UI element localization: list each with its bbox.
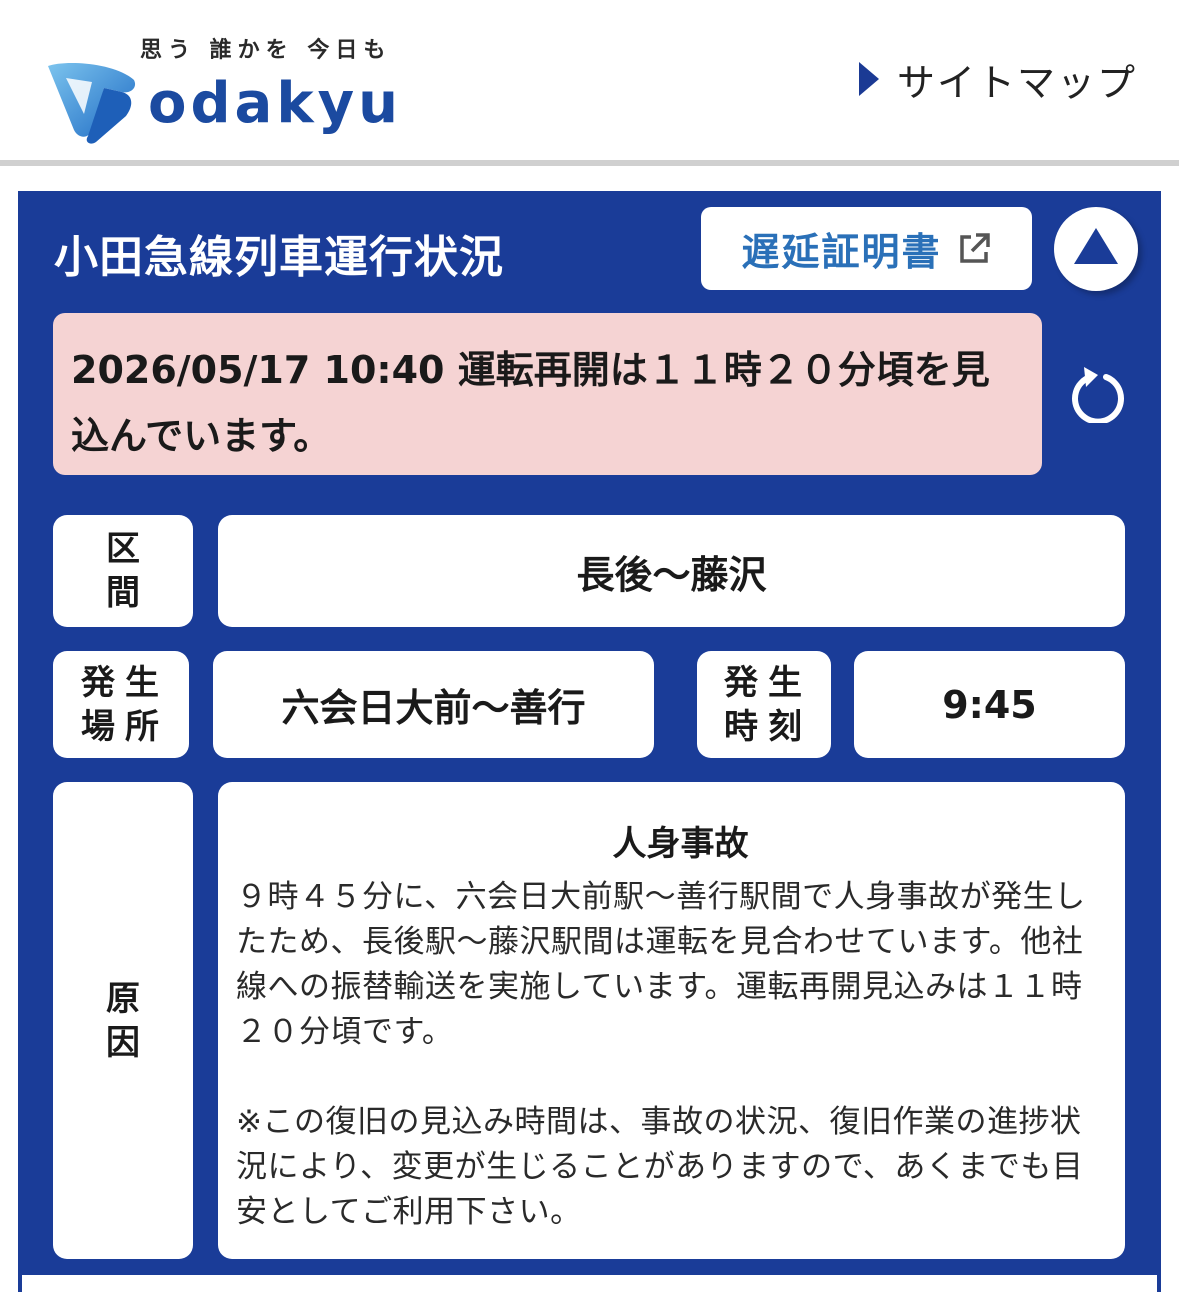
status-alert: 2026/05/17 10:40 運転再開は１１時２０分頃を見込んでいます。 — [53, 313, 1042, 475]
time-value: 9:45 — [854, 651, 1125, 758]
triangle-up-icon — [1074, 228, 1118, 264]
delay-certificate-label: 遅延証明書 — [741, 230, 942, 274]
site-header: 思う 誰かを 今日も odakyu サイトマップ — [0, 0, 1179, 160]
triangle-right-icon — [858, 62, 879, 96]
time-label: 発生時刻 — [697, 651, 831, 758]
header-divider — [0, 160, 1179, 166]
section-label: 区間 — [53, 515, 193, 627]
place-label-text: 発生場所 — [81, 662, 169, 747]
cause-title: 人身事故 — [612, 824, 749, 864]
cause-label-text: 原因 — [106, 978, 140, 1063]
cause-label: 原因 — [53, 782, 193, 1259]
next-section-edge — [22, 1275, 1157, 1292]
delay-certificate-button[interactable]: 遅延証明書 — [701, 207, 1032, 290]
external-link-icon — [959, 232, 990, 263]
section-label-text: 区間 — [106, 529, 140, 613]
panel-title: 小田急線列車運行状況 — [54, 232, 504, 283]
sitemap-label: サイトマップ — [896, 60, 1137, 105]
cause-body: ９時４５分に、六会日大前駅〜善行駅間で人身事故が発生したため、長後駅〜藤沢駅間は… — [236, 875, 1107, 1235]
refresh-icon[interactable] — [1070, 361, 1126, 423]
sitemap-link[interactable]: サイトマップ — [858, 54, 1137, 105]
cause-paragraph: ９時４５分に、六会日大前駅〜善行駅間で人身事故が発生したため、長後駅〜藤沢駅間は… — [236, 879, 1086, 1050]
train-status-panel: 小田急線列車運行状況 遅延証明書 2026/05/17 10:40 運転再開は１… — [18, 191, 1161, 1292]
odakyu-logo-icon[interactable] — [44, 58, 140, 144]
cause-detail: 人身事故 ９時４５分に、六会日大前駅〜善行駅間で人身事故が発生したため、長後駅〜… — [218, 782, 1125, 1259]
time-label-text: 発生時刻 — [724, 662, 812, 747]
brand-tagline: 思う 誰かを 今日も — [140, 38, 392, 63]
place-value: 六会日大前〜善行 — [213, 651, 654, 758]
place-label: 発生場所 — [53, 651, 189, 758]
brand-wordmark[interactable]: odakyu — [148, 74, 402, 134]
section-value: 長後〜藤沢 — [218, 515, 1125, 627]
cause-note: ※この復旧の見込み時間は、事故の状況、復旧作業の進捗状況により、変更が生じること… — [236, 1104, 1084, 1230]
scroll-up-button[interactable] — [1054, 207, 1138, 291]
